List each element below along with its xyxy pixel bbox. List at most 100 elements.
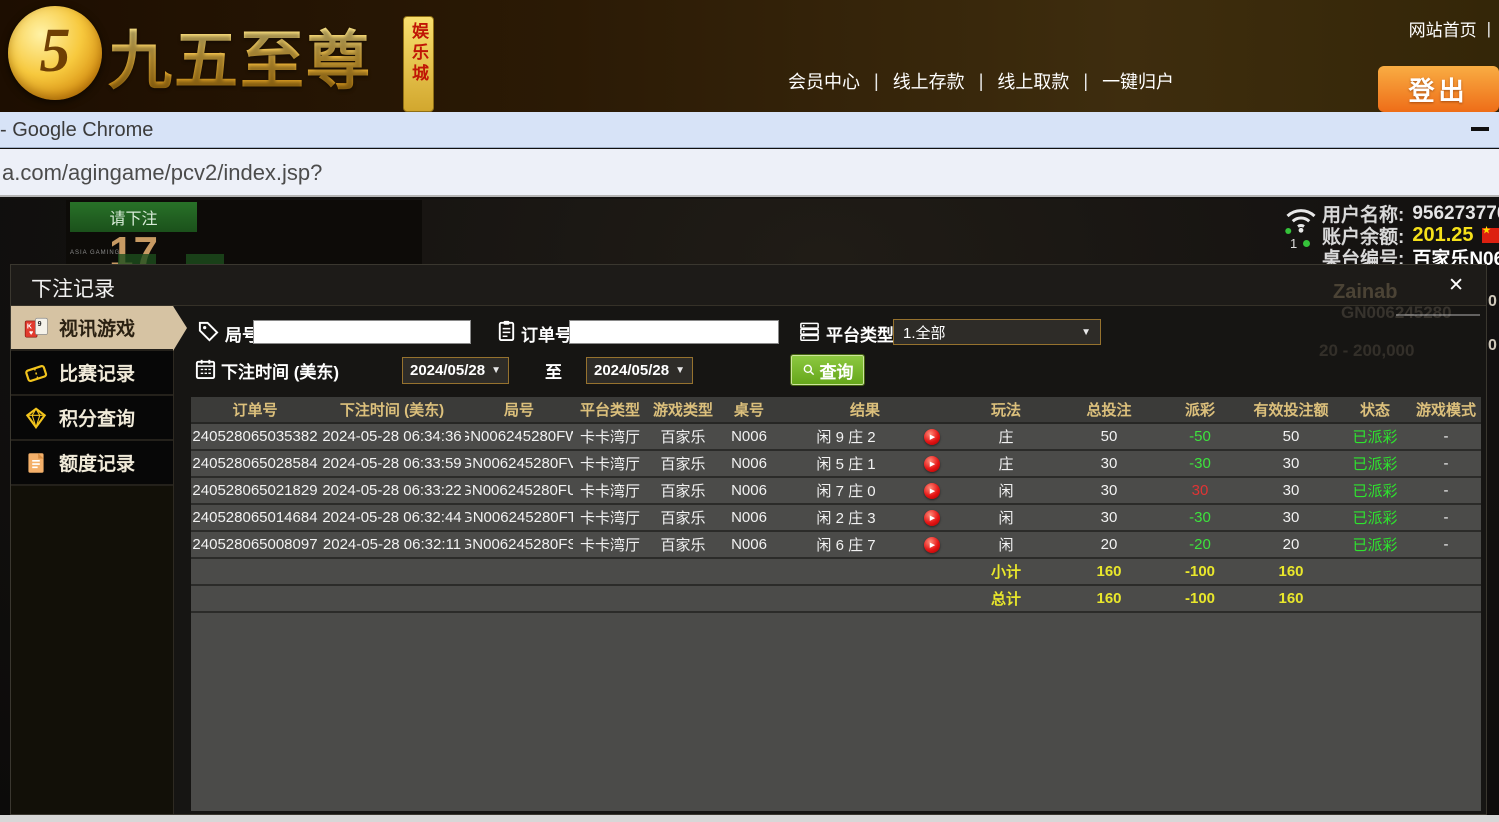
cell-payout: -50: [1157, 424, 1243, 449]
nav-separator: |: [1487, 19, 1491, 39]
logout-button[interactable]: 登出: [1378, 66, 1499, 112]
column-header-4: 游戏类型: [647, 397, 719, 422]
cell-order: 240528065035382: [191, 424, 319, 449]
bet-records-table: 订单号下注时间 (美东)局号平台类型游戏类型桌号结果玩法总投注派彩有效投注额状态…: [191, 397, 1481, 811]
seat-number: 1: [1290, 236, 1297, 251]
cell-mode: -: [1411, 505, 1481, 530]
chevron-down-icon: ▼: [491, 365, 501, 376]
ghost-round-number: GN006245280: [1341, 303, 1452, 323]
search-button[interactable]: 查询: [791, 355, 864, 385]
cell-table: N006: [719, 424, 779, 449]
close-icon[interactable]: ✕: [1448, 274, 1464, 297]
bet-time-filter-label: 下注时间 (美东): [221, 358, 339, 383]
site-logo-title: 九五至尊: [108, 10, 372, 102]
cell-bet: 30: [1061, 505, 1157, 530]
search-button-label: 查询: [820, 358, 854, 383]
sidebar-item-2[interactable]: 积分查询: [11, 396, 173, 441]
cell-payout: 30: [1157, 478, 1243, 503]
column-header-12: 游戏模式: [1411, 397, 1481, 422]
cell-side: 闲: [951, 532, 1061, 557]
cell-platform: 卡卡湾厅: [573, 478, 647, 503]
subtotal-row-cell-10: -100: [1157, 559, 1243, 584]
total-row: 总计160-100160: [191, 586, 1481, 613]
cell-game: 百家乐: [647, 505, 719, 530]
cell-result: 闲 5 庄 1: [779, 451, 913, 476]
sidebar-item-label: 视讯游戏: [59, 314, 135, 341]
sidebar-item-label: 比赛记录: [59, 359, 135, 386]
cell-round: GN006245280FT: [465, 505, 573, 530]
platform-select[interactable]: 1.全部 ▼: [893, 319, 1101, 345]
date-from-select[interactable]: 2024/05/28 ▼: [402, 357, 509, 384]
round-input[interactable]: [253, 320, 471, 344]
total-row-cell-0: [191, 586, 319, 611]
sidebar-item-0[interactable]: K♥9视讯游戏: [11, 306, 173, 351]
cell-time: 2024-05-28 06:32:11: [319, 532, 465, 557]
column-header-2: 局号: [465, 397, 573, 422]
cell-table: N006: [719, 505, 779, 530]
calendar-icon: [194, 357, 217, 380]
ticket-icon: [23, 360, 49, 386]
magnifier-icon: [802, 363, 816, 377]
sidebar-item-1[interactable]: 比赛记录: [11, 351, 173, 396]
cell-side: 闲: [951, 505, 1061, 530]
column-header-3: 平台类型: [573, 397, 647, 422]
sidebar-item-label: 积分查询: [59, 404, 135, 431]
column-header-5: 桌号: [719, 397, 779, 422]
column-header-9: 派彩: [1157, 397, 1243, 422]
platform-select-value: 1.全部: [903, 322, 946, 343]
sidebar-item-3[interactable]: 额度记录: [11, 441, 173, 486]
date-to-select[interactable]: 2024/05/28 ▼: [586, 357, 693, 384]
url-text[interactable]: a.com/agingame/pcv2/index.jsp?: [2, 160, 322, 186]
cell-round: GN006245280FU: [465, 478, 573, 503]
table-row: 2405280650218292024-05-28 06:33:22GN0062…: [191, 478, 1481, 505]
nav-link-0[interactable]: 会员中心: [788, 68, 860, 94]
order-input[interactable]: [569, 320, 779, 344]
table-header-row: 订单号下注时间 (美东)局号平台类型游戏类型桌号结果玩法总投注派彩有效投注额状态…: [191, 397, 1481, 424]
clipboard-icon: [495, 319, 518, 342]
cell-platform: 卡卡湾厅: [573, 532, 647, 557]
table-row: 2405280650285842024-05-28 06:33:59GN0062…: [191, 451, 1481, 478]
play-icon[interactable]: ▶: [924, 483, 940, 499]
cell-round: GN006245280FS: [465, 532, 573, 557]
cell-result: 闲 7 庄 0: [779, 478, 913, 503]
bottom-strip: [0, 815, 1499, 822]
chrome-urlbar[interactable]: a.com/agingame/pcv2/index.jsp?: [0, 149, 1499, 197]
screen: 5 九五至尊 娱乐城 网站首页 | 会员中心|线上存款|线上取款|一键归户 登出…: [0, 0, 1499, 822]
play-icon[interactable]: ▶: [924, 510, 940, 526]
cell-time: 2024-05-28 06:32:44: [319, 505, 465, 530]
cell-valid: 30: [1243, 451, 1339, 476]
nav-link-2[interactable]: 线上取款: [997, 68, 1069, 94]
cell-game: 百家乐: [647, 532, 719, 557]
nav-link-3[interactable]: 一键归户: [1102, 68, 1174, 94]
site-logo-tag: 娱乐城: [403, 16, 434, 112]
seat-indicator: 1: [1290, 236, 1310, 251]
wifi-icon: [1283, 201, 1319, 229]
chevron-down-icon: ▼: [675, 365, 685, 376]
play-icon[interactable]: ▶: [924, 537, 940, 553]
cell-table: N006: [719, 532, 779, 557]
home-link[interactable]: 网站首页: [1409, 16, 1477, 41]
chrome-titlebar: - Google Chrome: [0, 112, 1499, 148]
cell-mode: -: [1411, 478, 1481, 503]
total-row-cell-3: [573, 586, 647, 611]
minimize-icon[interactable]: [1471, 127, 1489, 131]
cell-platform: 卡卡湾厅: [573, 505, 647, 530]
total-row-cell-12: [1339, 586, 1411, 611]
cell-order: 240528065014684: [191, 505, 319, 530]
top-links: 网站首页 |: [1409, 16, 1491, 41]
play-icon[interactable]: ▶: [924, 429, 940, 445]
table-row: 2405280650146842024-05-28 06:32:44GN0062…: [191, 505, 1481, 532]
column-header-6: 结果: [779, 397, 951, 422]
cell-order: 240528065028584: [191, 451, 319, 476]
cell-mode: -: [1411, 451, 1481, 476]
cell-side: 闲: [951, 478, 1061, 503]
tag-icon: [197, 320, 220, 343]
document-icon: [23, 450, 49, 476]
total-row-cell-13: [1411, 586, 1481, 611]
nav-link-1[interactable]: 线上存款: [893, 68, 965, 94]
date-from-value: 2024/05/28: [410, 362, 485, 379]
cell-table: N006: [719, 478, 779, 503]
play-icon[interactable]: ▶: [924, 456, 940, 472]
cell-game: 百家乐: [647, 478, 719, 503]
cell-play: ▶: [913, 424, 951, 449]
